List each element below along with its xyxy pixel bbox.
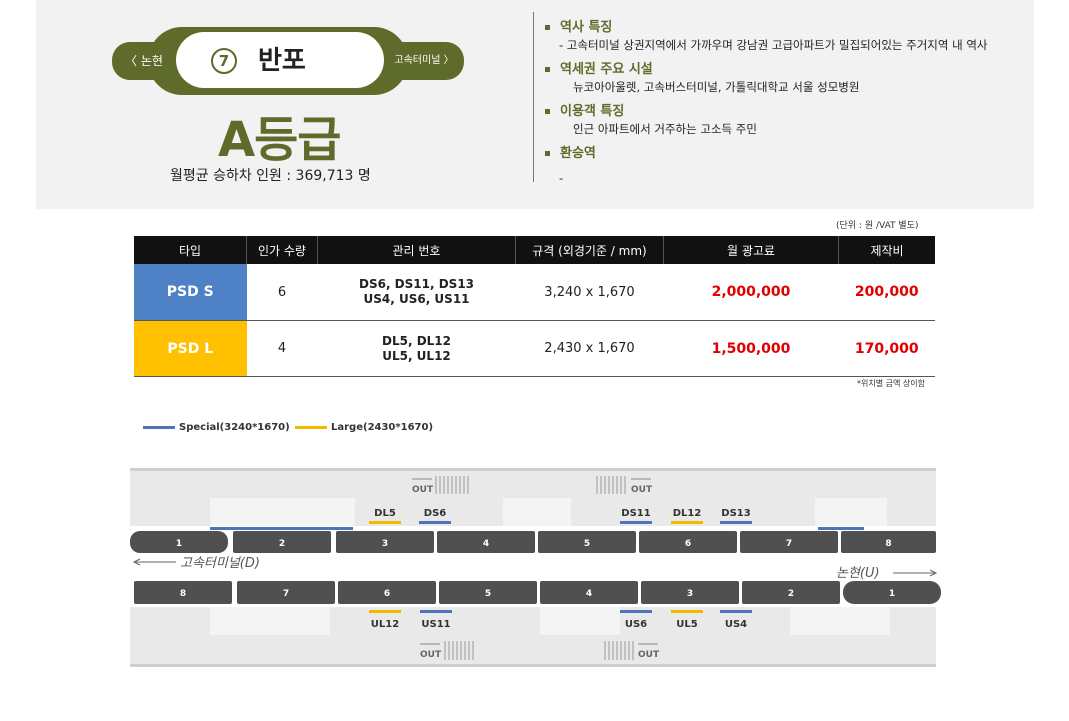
car-number: 5: [485, 589, 491, 599]
car-number: 8: [180, 589, 186, 599]
ad-position-label: DS6: [424, 508, 447, 519]
ad-position-label: US4: [725, 619, 747, 630]
car-number: 5: [584, 539, 590, 549]
platform-block: [210, 607, 330, 635]
exit-marker: OUT: [596, 476, 653, 495]
car-number: 7: [283, 589, 289, 599]
ad-position-label: DL12: [673, 508, 702, 519]
ad-strip: [210, 527, 353, 530]
car-number: 3: [382, 539, 388, 549]
platform-block: [790, 607, 890, 635]
ad-position-label: DS13: [721, 508, 750, 519]
ad-position-bar: [620, 521, 652, 524]
exit-label: OUT: [420, 650, 442, 660]
ad-position-bar: [671, 521, 703, 524]
ad-position-label: UL5: [676, 619, 697, 630]
platform-block: [540, 607, 620, 635]
ad-position-bar: [720, 610, 752, 613]
exit-label: OUT: [631, 485, 653, 495]
upper-train: 1 2 3 4 5 6 7 8: [130, 527, 936, 553]
ad-position-bar: [369, 610, 401, 613]
lower-train: 8 7 6 5 4 3 2 1: [134, 581, 941, 604]
ad-position-label: DL5: [374, 508, 396, 519]
car-number: 3: [687, 589, 693, 599]
exit-marker: OUT: [412, 476, 469, 495]
ad-position-label: US11: [421, 619, 450, 630]
ad-strip: [818, 527, 864, 530]
car-number: 7: [786, 539, 792, 549]
platform-edge: [130, 468, 936, 471]
car-number: 1: [176, 539, 182, 549]
ad-position-bar: [420, 610, 452, 613]
car-number: 2: [279, 539, 285, 549]
ad-position-bar: [419, 521, 451, 524]
platform-block: [503, 498, 571, 526]
car-number: 2: [788, 589, 794, 599]
ad-position-label: DS11: [621, 508, 650, 519]
car-number: 6: [384, 589, 390, 599]
direction-up-label: 논현(U): [836, 566, 880, 581]
ad-position-bar: [671, 610, 703, 613]
ad-position-label: US6: [625, 619, 647, 630]
ad-position-label: UL12: [371, 619, 399, 630]
platform-block: [815, 498, 887, 526]
car-number: 4: [483, 539, 489, 549]
platform-block: [210, 498, 355, 526]
platform-diagram: OUT OUT OUT OUT 1 2 3 4 5 6 7 8 8 7 6 5 …: [130, 468, 941, 667]
platform-edge: [130, 664, 936, 667]
ad-position-bar: [369, 521, 401, 524]
ad-position-bar: [620, 610, 652, 613]
ad-position-bar: [720, 521, 752, 524]
exit-label: OUT: [638, 650, 660, 660]
car-number: 8: [885, 539, 891, 549]
exit-label: OUT: [412, 485, 434, 495]
car-number: 4: [586, 589, 592, 599]
car-number: 6: [685, 539, 691, 549]
car-number: 1: [889, 589, 895, 599]
direction-down-label: 고속터미널(D): [180, 556, 260, 571]
